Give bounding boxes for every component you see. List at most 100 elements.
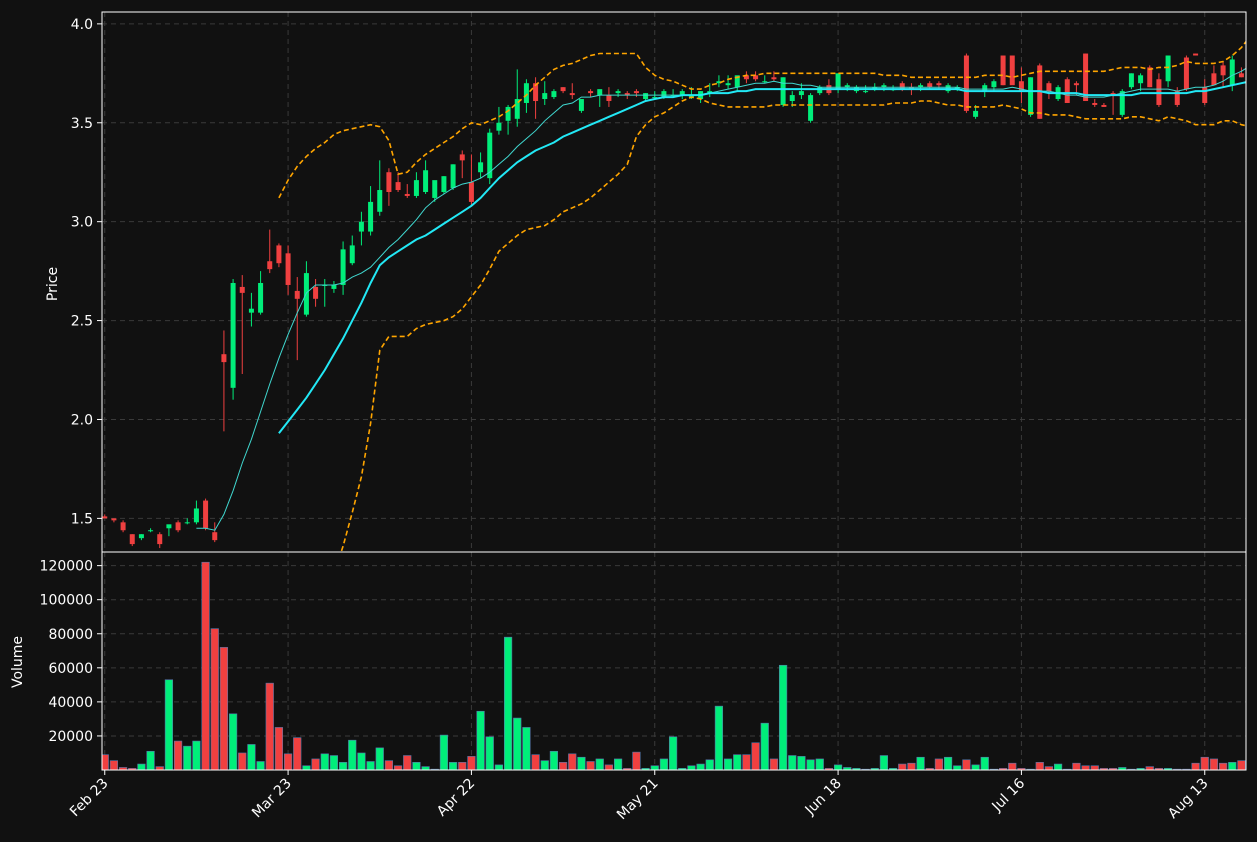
volume-bar xyxy=(293,737,302,770)
volume-bar xyxy=(503,636,513,770)
volume-bar xyxy=(806,759,815,770)
volume-bar xyxy=(1008,762,1017,770)
volume-bar xyxy=(137,763,146,770)
candle-body xyxy=(331,284,337,289)
candle-body xyxy=(368,201,374,232)
candle-body xyxy=(1092,102,1098,105)
candle-body xyxy=(725,83,731,86)
candle-body xyxy=(523,83,529,103)
candle-body xyxy=(478,162,484,173)
volume-bar xyxy=(760,722,769,770)
volume-bar xyxy=(907,762,916,770)
candle-body xyxy=(1229,59,1235,86)
volume-bar xyxy=(1145,766,1154,770)
candle-body xyxy=(468,182,474,202)
candle-body xyxy=(606,95,612,102)
volume-tick-label: 60000 xyxy=(48,661,93,677)
candle-body xyxy=(230,282,236,388)
candle-body xyxy=(175,522,181,531)
candle-body xyxy=(1211,73,1217,86)
candle-body xyxy=(459,154,465,161)
volume-bar xyxy=(164,679,174,770)
volume-bar xyxy=(1035,762,1044,770)
volume-tick-label: 40000 xyxy=(48,695,93,711)
volume-bar xyxy=(723,758,733,770)
volume-bar xyxy=(568,753,577,770)
volume-bar xyxy=(833,764,843,770)
volume-bar xyxy=(412,762,421,770)
candle-body xyxy=(817,87,823,94)
volume-bar xyxy=(558,762,568,770)
volume-bar xyxy=(714,705,724,770)
volume-bar xyxy=(769,758,779,770)
candle-body xyxy=(157,534,163,545)
volume-bar xyxy=(751,742,760,770)
volume-bar xyxy=(659,758,669,770)
candle-body xyxy=(221,354,227,363)
price-tick-label: 1.5 xyxy=(71,511,93,527)
candle-body xyxy=(358,221,364,232)
volume-bar xyxy=(668,736,678,770)
candle-body xyxy=(1046,83,1052,92)
candle-body xyxy=(395,182,401,191)
price-tick-label: 2.5 xyxy=(71,314,93,330)
volume-bar xyxy=(348,739,357,770)
volume-bar xyxy=(403,755,412,770)
volume-bar xyxy=(1209,758,1219,770)
candle-body xyxy=(1064,79,1070,103)
volume-bar xyxy=(173,740,183,770)
volume-bar xyxy=(1228,762,1237,770)
candle-body xyxy=(450,164,456,189)
volume-bar xyxy=(916,756,925,770)
volume-bar xyxy=(265,682,274,770)
volume-bar xyxy=(687,765,696,770)
volume-bar xyxy=(1218,762,1228,770)
volume-bar xyxy=(513,717,522,770)
candle-body xyxy=(1165,55,1171,82)
volume-bar xyxy=(448,762,458,770)
volume-axis-title: Volume xyxy=(10,636,26,688)
candle-body xyxy=(138,534,144,539)
volume-bar xyxy=(943,756,953,770)
candle-body xyxy=(166,524,172,529)
volume-bar xyxy=(1237,760,1246,770)
volume-bar xyxy=(247,744,256,770)
volume-bar xyxy=(146,750,155,770)
volume-bar xyxy=(971,764,980,770)
volume-bar xyxy=(476,710,485,770)
candle-body xyxy=(120,522,126,531)
candle-body xyxy=(798,91,804,96)
volume-bar xyxy=(311,758,320,770)
volume-bar xyxy=(320,753,329,770)
volume-bar xyxy=(650,765,659,770)
volume-bar xyxy=(458,762,467,770)
candle-body xyxy=(1238,73,1244,78)
volume-bar xyxy=(219,647,229,770)
candle-body xyxy=(505,106,511,121)
candle-body xyxy=(413,180,419,196)
candle-body xyxy=(1147,67,1153,88)
candle-body xyxy=(780,77,786,105)
volume-bar xyxy=(742,754,751,770)
candle-body xyxy=(203,500,209,529)
volume-bar xyxy=(953,765,962,770)
volume-bar xyxy=(898,763,907,770)
candle-body xyxy=(285,253,291,285)
volume-tick-label: 20000 xyxy=(48,729,93,745)
volume-bar xyxy=(595,758,604,770)
volume-bar xyxy=(531,754,540,770)
candle-body xyxy=(1000,55,1006,86)
price-tick-label: 3.5 xyxy=(71,116,93,132)
candle-body xyxy=(771,77,777,80)
candle-body xyxy=(340,249,346,285)
candle-body xyxy=(1193,53,1199,56)
volume-bar xyxy=(439,734,449,770)
volume-bar xyxy=(375,747,384,770)
candle-body xyxy=(808,95,814,121)
candle-body xyxy=(963,55,969,111)
candle-body xyxy=(1202,87,1208,103)
volume-bar xyxy=(201,561,210,770)
candle-body xyxy=(863,91,869,93)
candle-body xyxy=(276,245,282,264)
candle-body xyxy=(258,282,264,313)
